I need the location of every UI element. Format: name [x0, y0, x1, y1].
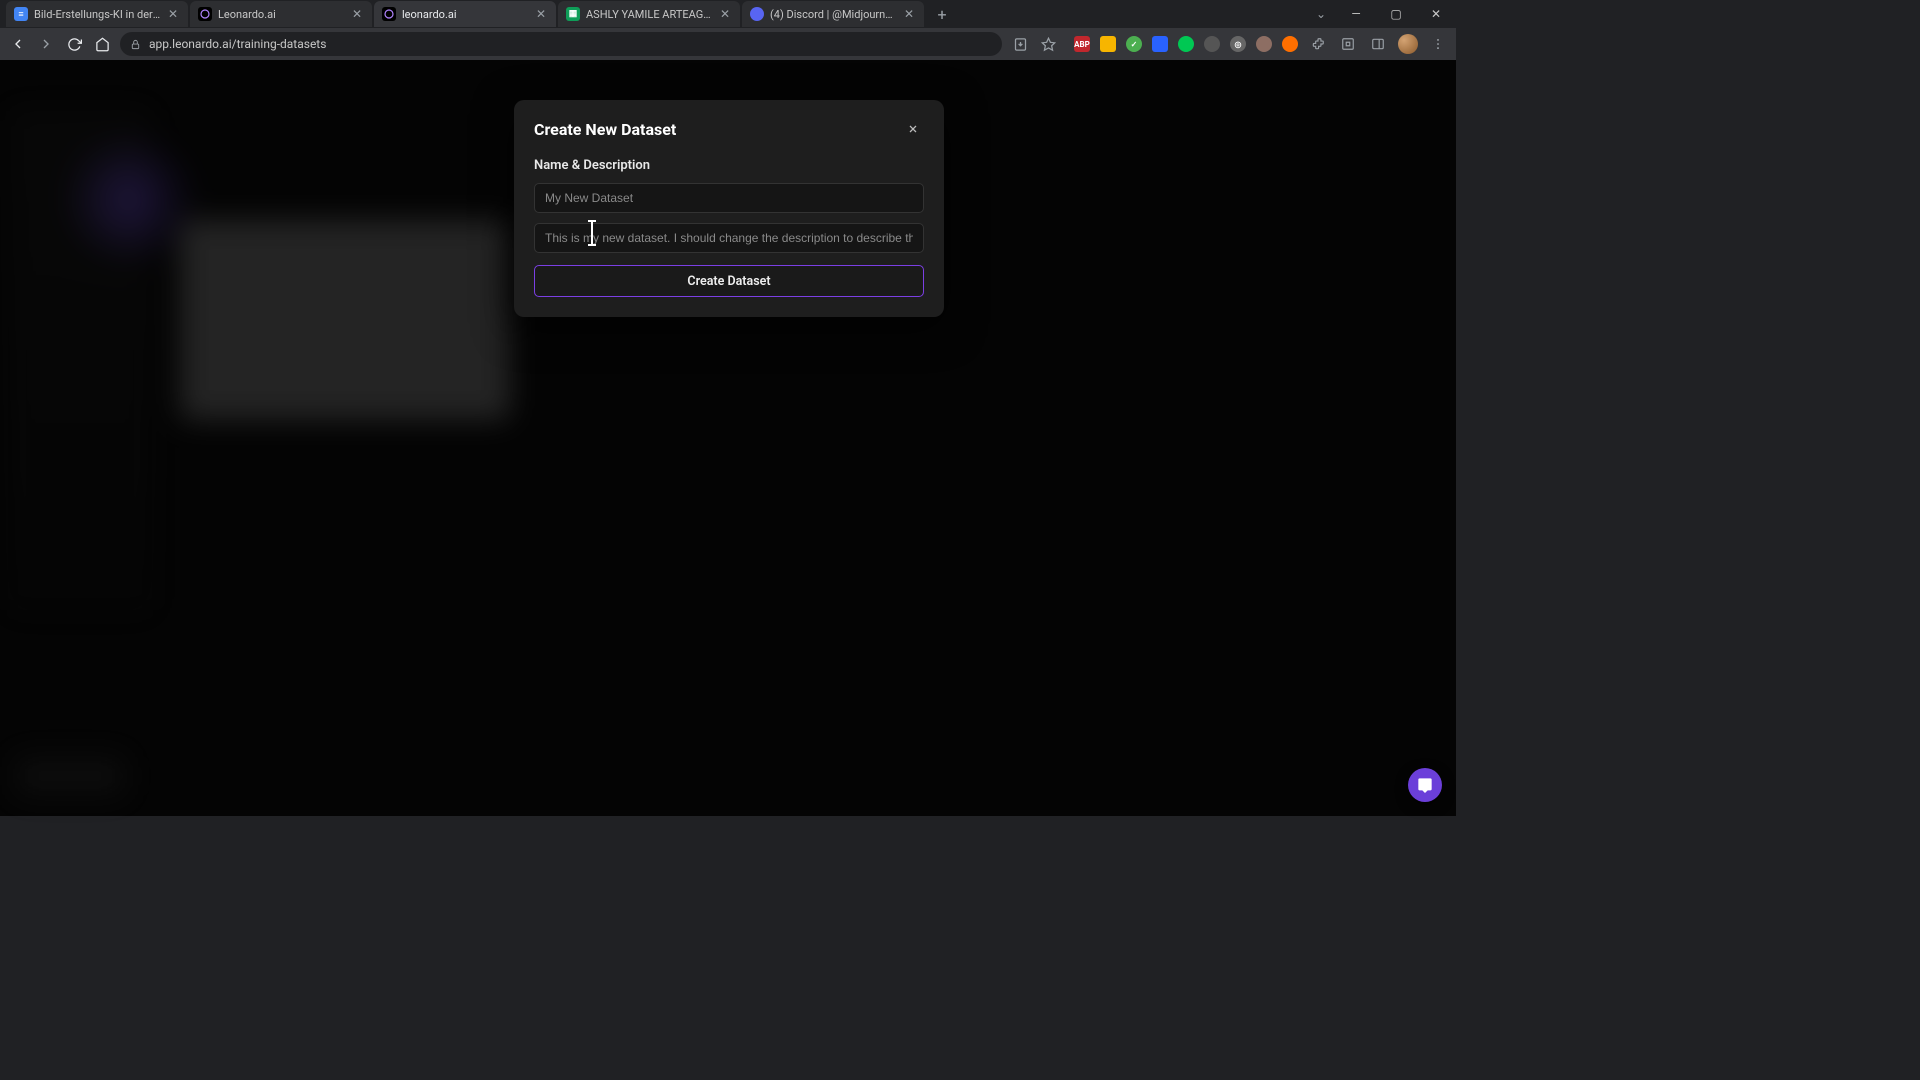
browser-tab[interactable]: Leonardo.ai ✕ — [190, 1, 372, 27]
tab-label: Bild-Erstellungs-KI in der Übersic — [34, 8, 162, 21]
extension-icon[interactable] — [1282, 36, 1298, 52]
media-control-icon[interactable] — [1338, 34, 1358, 54]
chevron-down-icon[interactable]: ⌄ — [1316, 7, 1326, 21]
maximize-button[interactable]: ▢ — [1376, 0, 1416, 28]
close-icon[interactable]: ✕ — [718, 7, 732, 21]
extension-icon[interactable] — [1152, 36, 1168, 52]
profile-avatar[interactable] — [1398, 34, 1418, 54]
browser-tab[interactable]: ▦ ASHLY YAMILE ARTEAGA BLANC ✕ — [558, 1, 740, 27]
extension-icon[interactable] — [1100, 36, 1116, 52]
leonardo-icon — [382, 7, 396, 21]
side-panel-icon[interactable] — [1368, 34, 1388, 54]
tab-label: leonardo.ai — [402, 8, 530, 21]
extensions-menu-icon[interactable] — [1308, 34, 1328, 54]
create-dataset-modal: Create New Dataset Name & Description Cr… — [514, 100, 944, 317]
home-button[interactable] — [92, 34, 112, 54]
window-controls: ⌄ — ▢ ✕ — [1306, 0, 1456, 28]
extensions-bar: ABP ✓ ◎ — [1074, 34, 1448, 54]
discord-icon — [750, 7, 764, 21]
bookmark-icon[interactable] — [1038, 34, 1058, 54]
close-icon[interactable]: ✕ — [534, 7, 548, 21]
close-icon[interactable]: ✕ — [166, 7, 180, 21]
extension-icon[interactable]: ABP — [1074, 36, 1090, 52]
url-text: app.leonardo.ai/training-datasets — [149, 37, 326, 51]
dataset-name-input[interactable] — [534, 183, 924, 213]
tab-label: Leonardo.ai — [218, 8, 346, 21]
close-modal-button[interactable] — [902, 118, 924, 140]
extension-icon[interactable] — [1178, 36, 1194, 52]
tab-label: ASHLY YAMILE ARTEAGA BLANC — [586, 8, 714, 21]
address-bar[interactable]: app.leonardo.ai/training-datasets — [120, 32, 1002, 56]
browser-tab[interactable]: (4) Discord | @Midjourney Bot ✕ — [742, 1, 924, 27]
browser-tab-active[interactable]: leonardo.ai ✕ — [374, 1, 556, 27]
browser-tab-strip: ≡ Bild-Erstellungs-KI in der Übersic ✕ L… — [0, 0, 1456, 28]
install-app-icon[interactable] — [1010, 34, 1030, 54]
lock-icon — [130, 39, 141, 50]
page-content: Create New Dataset Name & Description Cr… — [0, 60, 1456, 816]
close-icon[interactable]: ✕ — [902, 7, 916, 21]
minimize-button[interactable]: — — [1336, 0, 1376, 28]
browser-toolbar: app.leonardo.ai/training-datasets ABP ✓ … — [0, 28, 1456, 60]
extension-icon[interactable] — [1204, 36, 1220, 52]
forward-button[interactable] — [36, 34, 56, 54]
browser-tab[interactable]: ≡ Bild-Erstellungs-KI in der Übersic ✕ — [6, 1, 188, 27]
leonardo-icon — [198, 7, 212, 21]
extension-icon[interactable]: ✓ — [1126, 36, 1142, 52]
create-dataset-button[interactable]: Create Dataset — [534, 265, 924, 297]
close-window-button[interactable]: ✕ — [1416, 0, 1456, 28]
new-tab-button[interactable]: + — [930, 2, 954, 26]
modal-title: Create New Dataset — [534, 120, 902, 139]
menu-icon[interactable] — [1428, 34, 1448, 54]
intercom-chat-button[interactable] — [1408, 768, 1442, 802]
reload-button[interactable] — [64, 34, 84, 54]
tab-label: (4) Discord | @Midjourney Bot — [770, 8, 898, 21]
dataset-description-input[interactable] — [534, 223, 924, 253]
sheets-icon: ▦ — [566, 7, 580, 21]
modal-header: Create New Dataset — [534, 118, 924, 140]
extension-icon[interactable] — [1256, 36, 1272, 52]
docs-icon: ≡ — [14, 7, 28, 21]
modal-subtitle: Name & Description — [534, 158, 924, 173]
close-icon[interactable]: ✕ — [350, 7, 364, 21]
back-button[interactable] — [8, 34, 28, 54]
extension-icon[interactable]: ◎ — [1230, 36, 1246, 52]
